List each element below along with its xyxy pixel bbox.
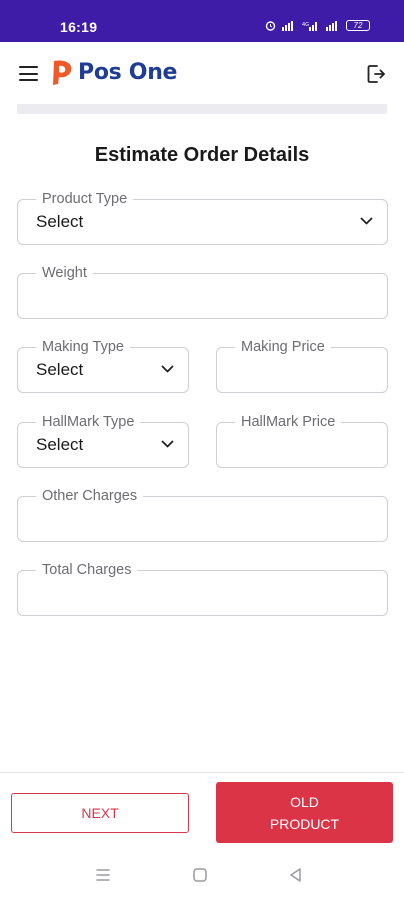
- other-charges-input[interactable]: Other Charges: [17, 488, 388, 542]
- status-icons: 4G 72: [265, 20, 370, 31]
- hallmark-type-label: HallMark Type: [36, 414, 141, 431]
- making-type-value: Select: [36, 360, 84, 379]
- status-time: 16:19: [60, 19, 98, 35]
- chevron-down-icon: [360, 217, 373, 225]
- weight-input[interactable]: Weight: [17, 265, 388, 319]
- signal-icon: [326, 20, 337, 31]
- logout-icon[interactable]: [366, 63, 386, 85]
- wifi-signal-icon: 4G: [302, 21, 317, 31]
- hallmark-type-value: Select: [36, 435, 84, 454]
- making-type-label: Making Type: [36, 339, 130, 356]
- product-type-label: Product Type: [36, 191, 134, 208]
- logo-mark-icon: [53, 60, 72, 85]
- alarm-icon: [265, 21, 276, 31]
- old-product-button[interactable]: OLD PRODUCT: [216, 782, 393, 843]
- chevron-down-icon: [161, 365, 174, 373]
- hallmark-type-select[interactable]: HallMark Type Select: [17, 414, 189, 468]
- app-logo: Pos One: [50, 58, 177, 86]
- signal-icon: [282, 20, 293, 31]
- app-bar: Pos One: [0, 42, 404, 104]
- page-title: Estimate Order Details: [94, 144, 310, 166]
- system-nav-bar: [0, 852, 404, 900]
- svg-text:4G: 4G: [302, 22, 309, 28]
- status-bar: 16:19 4G 72: [0, 0, 404, 42]
- next-button[interactable]: NEXT: [11, 793, 189, 833]
- home-icon[interactable]: [189, 866, 211, 884]
- header-divider: [17, 104, 387, 114]
- old-product-button-label: OLD PRODUCT: [269, 793, 340, 832]
- recent-apps-icon[interactable]: [92, 866, 114, 884]
- hamburger-menu-icon[interactable]: [19, 66, 38, 81]
- product-type-value: Select: [36, 212, 84, 231]
- battery-icon: 72: [346, 20, 370, 31]
- product-type-select[interactable]: Product Type Select: [17, 191, 388, 245]
- hallmark-price-label: HallMark Price: [235, 414, 342, 431]
- back-icon[interactable]: [285, 866, 307, 884]
- total-charges-input[interactable]: Total Charges: [17, 562, 388, 616]
- making-price-label: Making Price: [235, 339, 331, 356]
- weight-label: Weight: [36, 265, 93, 282]
- making-type-select[interactable]: Making Type Select: [17, 339, 189, 393]
- hallmark-price-input[interactable]: HallMark Price: [216, 414, 388, 468]
- total-charges-label: Total Charges: [36, 562, 138, 579]
- logo-text: Pos One: [78, 59, 178, 85]
- making-price-input[interactable]: Making Price: [216, 339, 388, 393]
- chevron-down-icon: [161, 440, 174, 448]
- other-charges-label: Other Charges: [36, 488, 144, 505]
